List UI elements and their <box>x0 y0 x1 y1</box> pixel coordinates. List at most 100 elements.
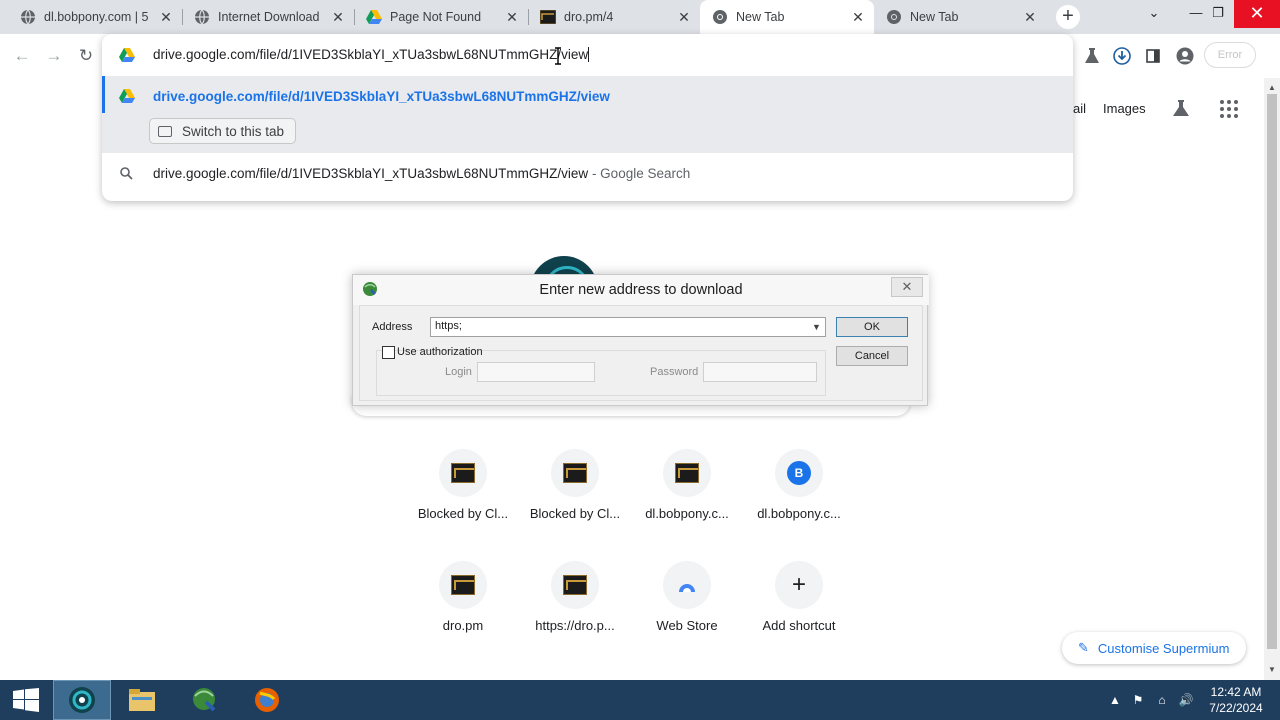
dropm-icon <box>451 463 475 483</box>
volume-icon[interactable]: 🔊 <box>1178 692 1194 708</box>
shortcut-label: dl.bobpony.c... <box>757 506 841 521</box>
shortcut-label: dl.bobpony.c... <box>645 506 729 521</box>
shortcut-icon-circle <box>439 561 487 609</box>
tab-close-icon[interactable]: ✕ <box>1022 9 1038 25</box>
tab-search-chevron-icon[interactable]: ⌄ <box>1134 0 1174 28</box>
shortcut-tile[interactable]: B dl.bobpony.c... <box>743 449 855 549</box>
show-hidden-icons-icon[interactable]: ▲ <box>1107 692 1123 708</box>
taskbar-supermium[interactable] <box>53 680 111 720</box>
window-close-icon[interactable]: ✕ <box>1234 0 1280 28</box>
side-panel-icon[interactable] <box>1141 44 1165 68</box>
images-link[interactable]: Images <box>1103 101 1146 116</box>
taskbar-firefox[interactable] <box>238 680 296 720</box>
chromium-icon <box>712 9 728 25</box>
web-store-icon <box>679 584 695 592</box>
forward-arrow-icon[interactable]: → <box>42 44 66 68</box>
shortcut-tile[interactable]: Blocked by Cl... <box>407 449 519 549</box>
shortcut-icon-circle <box>551 561 599 609</box>
shortcut-label: Web Store <box>656 618 718 633</box>
windows-taskbar: ▲ ⚑ ⌂ 🔊 12:42 AM 7/22/2024 <box>0 680 1280 720</box>
labs-flask-icon[interactable] <box>1080 44 1104 68</box>
tab-close-icon[interactable]: ✕ <box>330 9 346 25</box>
start-button[interactable] <box>0 680 52 720</box>
tab-close-icon[interactable]: ✕ <box>158 9 174 25</box>
dropm-icon <box>563 575 587 595</box>
gmail-link[interactable]: ail <box>1073 101 1086 116</box>
scroll-down-icon[interactable]: ▼ <box>1268 666 1276 674</box>
restore-icon[interactable]: ❐ <box>1198 0 1238 28</box>
action-center-flag-icon[interactable]: ⚑ <box>1130 692 1146 708</box>
login-label: Login <box>445 366 472 378</box>
shortcut-label: Blocked by Cl... <box>529 506 621 521</box>
dialog-close-icon[interactable]: ✕ <box>891 277 923 297</box>
add-shortcut-tile[interactable]: + Add shortcut <box>743 561 855 661</box>
globe-icon <box>20 9 36 25</box>
tab-new-tab[interactable]: New Tab ✕ <box>874 0 1046 34</box>
omnibox-dropdown: drive.google.com/file/d/1IVED3SkblaYI_xT… <box>102 34 1073 201</box>
omnibox-input[interactable]: drive.google.com/file/d/1IVED3SkblaYI_xT… <box>153 47 590 62</box>
login-field[interactable] <box>477 362 595 382</box>
tab-new-tab-active[interactable]: New Tab ✕ <box>700 0 874 34</box>
shortcut-tile[interactable]: https://dro.p... <box>519 561 631 661</box>
scroll-up-icon[interactable]: ▲ <box>1268 84 1276 92</box>
switch-to-tab-button[interactable]: Switch to this tab <box>149 118 296 144</box>
tab-internet-download[interactable]: Internet Download ✕ <box>182 0 354 34</box>
shortcut-tile[interactable]: dl.bobpony.c... <box>631 449 743 549</box>
supermium-icon <box>69 687 95 713</box>
customise-button[interactable]: ✎ Customise Supermium <box>1062 632 1246 664</box>
address-label: Address <box>372 321 413 333</box>
taskbar-idm[interactable] <box>176 680 234 720</box>
google-apps-icon[interactable] <box>1220 100 1238 118</box>
pencil-icon: ✎ <box>1078 640 1089 655</box>
ok-button[interactable]: OK <box>836 317 908 337</box>
taskbar-clock[interactable]: 12:42 AM 7/22/2024 <box>1200 684 1272 716</box>
windows-logo-icon <box>13 688 39 712</box>
search-labs-icon[interactable] <box>1171 98 1191 118</box>
password-field[interactable] <box>703 362 817 382</box>
error-pill[interactable]: Error <box>1204 42 1256 68</box>
tab-title: dl.bobpony.com | 5 <box>44 10 149 24</box>
shortcut-tile[interactable]: dro.pm <box>407 561 519 661</box>
download-icon[interactable] <box>1110 44 1134 68</box>
shortcut-tile[interactable]: Blocked by Cl... <box>519 449 631 549</box>
clock-date: 7/22/2024 <box>1209 701 1263 715</box>
combo-dropdown-icon[interactable]: ▼ <box>811 321 822 333</box>
tab-dro-pm[interactable]: dro.pm/4 ✕ <box>528 0 700 34</box>
tab-page-not-found[interactable]: Page Not Found ✕ <box>354 0 528 34</box>
cancel-button[interactable]: Cancel <box>836 346 908 366</box>
tab-close-icon[interactable]: ✕ <box>504 9 520 25</box>
scroll-thumb[interactable] <box>1267 94 1277 649</box>
plus-icon: + <box>791 571 806 598</box>
new-tab-plus-icon[interactable]: + <box>1056 5 1080 29</box>
globe-icon <box>194 9 210 25</box>
shortcut-icon-circle <box>663 449 711 497</box>
omnibox-suggestion-search[interactable]: drive.google.com/file/d/1IVED3SkblaYI_xT… <box>102 153 1073 195</box>
taskbar-file-explorer[interactable] <box>113 680 171 720</box>
tab-dl-bobpony[interactable]: dl.bobpony.com | 5 ✕ <box>8 0 182 34</box>
tab-title: Page Not Found <box>390 10 482 24</box>
profile-avatar-icon[interactable] <box>1173 44 1197 68</box>
customise-label: Customise Supermium <box>1097 640 1230 656</box>
letter-badge-icon: B <box>787 461 811 485</box>
dialog-titlebar[interactable]: Enter new address to download ✕ <box>353 275 929 305</box>
google-drive-icon <box>119 89 135 103</box>
tab-title: Internet Download <box>218 10 320 24</box>
switch-to-tab-label: Switch to this tab <box>182 123 285 139</box>
omnibox-input-row[interactable]: drive.google.com/file/d/1IVED3SkblaYI_xT… <box>102 34 1073 76</box>
address-combobox[interactable]: https; ▼ <box>430 317 826 337</box>
reload-icon[interactable]: ↻ <box>74 44 98 68</box>
network-icon[interactable]: ⌂ <box>1154 692 1170 708</box>
dropm-icon <box>540 9 556 25</box>
google-drive-icon <box>366 9 382 25</box>
use-authorization-checkbox[interactable] <box>382 346 395 359</box>
page-scrollbar[interactable]: ▲ ▼ <box>1264 78 1280 680</box>
back-arrow-icon[interactable]: ← <box>10 44 34 68</box>
omnibox-suggestion-url[interactable]: drive.google.com/file/d/1IVED3SkblaYI_xT… <box>102 76 1073 153</box>
selection-indicator <box>102 76 105 113</box>
tab-close-icon[interactable]: ✕ <box>676 9 692 25</box>
shortcut-label: https://dro.p... <box>535 618 615 633</box>
tab-close-icon[interactable]: ✕ <box>850 9 866 25</box>
shortcut-tile[interactable]: Web Store <box>631 561 743 661</box>
tab-title: New Tab <box>910 10 959 24</box>
search-icon <box>120 167 133 180</box>
